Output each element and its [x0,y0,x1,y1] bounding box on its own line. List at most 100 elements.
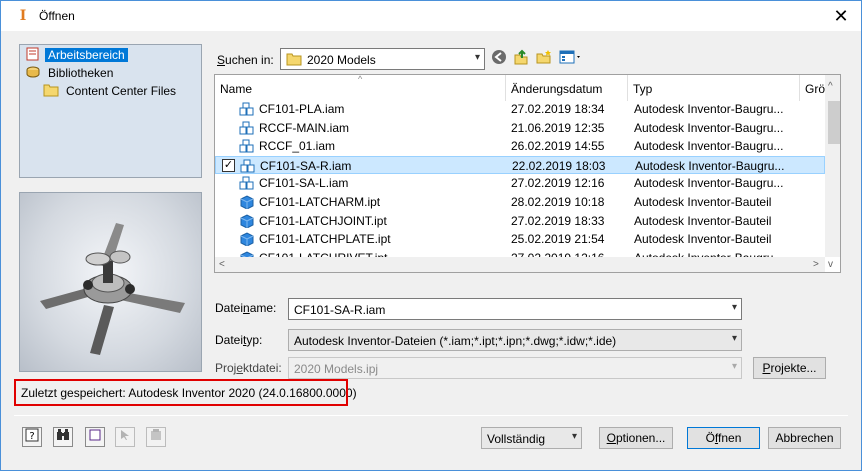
file-row[interactable]: RCCF-MAIN.iam 21.06.2019 12:35 Autodesk In… [215,119,825,138]
file-row[interactable]: CF101-SA-L.iam 27.02.2019 12:16 Autodesk I… [215,174,825,193]
lookin-value: 2020 Models [307,53,376,67]
location-label: Bibliotheken [48,66,114,80]
up-folder-button[interactable] [511,49,531,69]
projects-button[interactable]: Projekte... [753,357,826,379]
chevron-down-icon: ▾ [731,302,737,313]
title-bar: I Öffnen ✕ [1,1,861,31]
cursor-icon [121,430,129,440]
open-dialog: I Öffnen ✕ Arbeitsbereich Bibliotheken C… [0,0,862,471]
location-workspace[interactable]: Arbeitsbereich [25,46,128,64]
view-grid-icon [559,50,580,64]
file-name: CF101-LATCHPLATE.ipt [259,232,391,247]
mode-value: Vollständig [487,432,546,446]
file-date: 28.02.2019 10:18 [511,195,605,209]
footer-separator [14,415,848,416]
file-type: Autodesk Inventor-Baugru... [634,102,784,116]
project-label: Projektdatei: [215,361,282,375]
file-date: 25.02.2019 21:54 [511,232,605,247]
file-type: Autodesk Inventor-Bauteil [634,232,772,247]
file-name: CF101-SA-L.iam [259,176,349,191]
vertical-scrollbar[interactable]: ^ v [825,75,840,270]
file-list[interactable]: ^ Name Änderungsdatum Typ Grö CF101-PLA.… [214,74,841,273]
file-row[interactable]: CF101-LATCHARM.ipt 28.02.2019 10:18 Autode… [215,193,825,212]
find-button[interactable] [53,427,73,447]
filename-label: Dateiname: [215,301,277,315]
workspace-icon [26,47,39,61]
project-dropdown: 2020 Models.ipj ▾ [288,357,742,379]
binoculars-icon [57,429,69,440]
help-icon: ? [25,428,39,442]
model-preview-image [40,223,185,355]
file-date: 26.02.2019 14:55 [511,139,605,154]
column-header-name[interactable]: ^ Name [215,75,506,101]
file-preview [19,192,202,372]
file-name: CF101-LATCHJOINT.ipt [259,213,387,228]
cancel-button[interactable]: Abbrechen [768,427,841,449]
column-header-date[interactable]: Änderungsdatum [506,75,628,101]
libraries-icon [26,66,40,78]
location-content-center[interactable]: Content Center Files [43,82,179,100]
filetype-value: Autodesk Inventor-Dateien (*.iam;*.ipt;*… [294,334,617,348]
scroll-up-icon[interactable]: ^ [828,81,833,92]
horizontal-scrollbar[interactable]: < > [215,257,825,272]
file-row[interactable]: CF101-LATCHPLATE.ipt 25.02.2019 21:54 Auto… [215,230,825,249]
filetype-dropdown[interactable]: Autodesk Inventor-Dateien (*.iam;*.ipt;*… [288,329,742,351]
scroll-thumb[interactable] [828,101,840,144]
file-row[interactable]: ✓ CF101-SA-R.iam 22.02.2019 18:03 Autodesk … [215,155,825,175]
help-button[interactable]: ? [22,427,42,447]
cursor-button [115,427,135,447]
document-button[interactable] [85,427,105,447]
filename-value: CF101-SA-R.iam [294,303,386,317]
document-icon [89,429,101,441]
sort-ascending-icon: ^ [358,74,363,84]
back-button[interactable] [489,49,509,69]
options-button[interactable]: Optionen... [599,427,673,449]
highlight-box [14,379,348,406]
lookin-label: Suchen in: [217,53,274,67]
file-date: 27.02.2019 12:16 [511,176,605,191]
checkbox[interactable]: ✓ [222,158,235,172]
location-label: Content Center Files [66,84,177,98]
close-button[interactable]: ✕ [829,4,853,28]
lookin-dropdown[interactable]: 2020 Models ▾ [280,48,485,70]
scroll-left-icon[interactable]: < [219,259,225,270]
scroll-down-icon[interactable]: v [828,259,833,270]
file-type: Autodesk Inventor-Bauteil [634,195,772,209]
chevron-down-icon: ▾ [731,333,737,344]
file-row[interactable]: RCCF_01.iam 26.02.2019 14:55 Autodesk Inve… [215,137,825,156]
export-icon [151,429,161,440]
location-libraries[interactable]: Bibliotheken [25,64,116,82]
mode-dropdown[interactable]: Vollständig ▾ [481,427,582,449]
locations-panel: Arbeitsbereich Bibliotheken Content Cent… [19,44,202,178]
file-name: CF101-LATCHARM.ipt [259,195,381,209]
scroll-right-icon[interactable]: > [813,259,819,270]
column-header-type[interactable]: Typ [628,75,800,101]
dialog-title: Öffnen [39,9,75,23]
folder-icon [286,53,302,66]
file-type: Autodesk Inventor-Baugru... [634,120,784,135]
new-folder-icon [536,50,551,64]
filename-input[interactable]: CF101-SA-R.iam ▾ [288,298,742,320]
chevron-down-icon: ▾ [571,431,577,442]
svg-text:?: ? [29,431,34,442]
file-name: CF101-PLA.iam [259,102,345,116]
open-button[interactable]: Öffnen [687,427,760,449]
file-name: CF101-SA-R.iam [260,158,352,173]
file-row[interactable]: CF101-LATCHJOINT.ipt 27.02.2019 18:33 Auto… [215,212,825,231]
file-name: RCCF_01.iam [259,139,336,154]
view-menu-button[interactable] [557,49,585,69]
chevron-down-icon: ▾ [731,361,737,372]
export-button [146,427,166,447]
file-type: Autodesk Inventor-Baugru... [634,176,784,191]
new-folder-button[interactable] [534,49,554,69]
chevron-down-icon: ▾ [474,52,480,63]
folder-icon [43,84,59,97]
file-type: Autodesk Inventor-Baugru... [635,158,785,173]
location-label: Arbeitsbereich [45,48,128,62]
file-date: 21.06.2019 12:35 [511,120,605,135]
file-date: 27.02.2019 18:33 [511,213,605,228]
file-row[interactable]: CF101-PLA.iam 27.02.2019 18:34 Autodesk In… [215,100,825,119]
project-value: 2020 Models.ipj [294,362,379,376]
up-folder-icon [514,49,528,65]
file-date: 22.02.2019 18:03 [512,158,606,173]
